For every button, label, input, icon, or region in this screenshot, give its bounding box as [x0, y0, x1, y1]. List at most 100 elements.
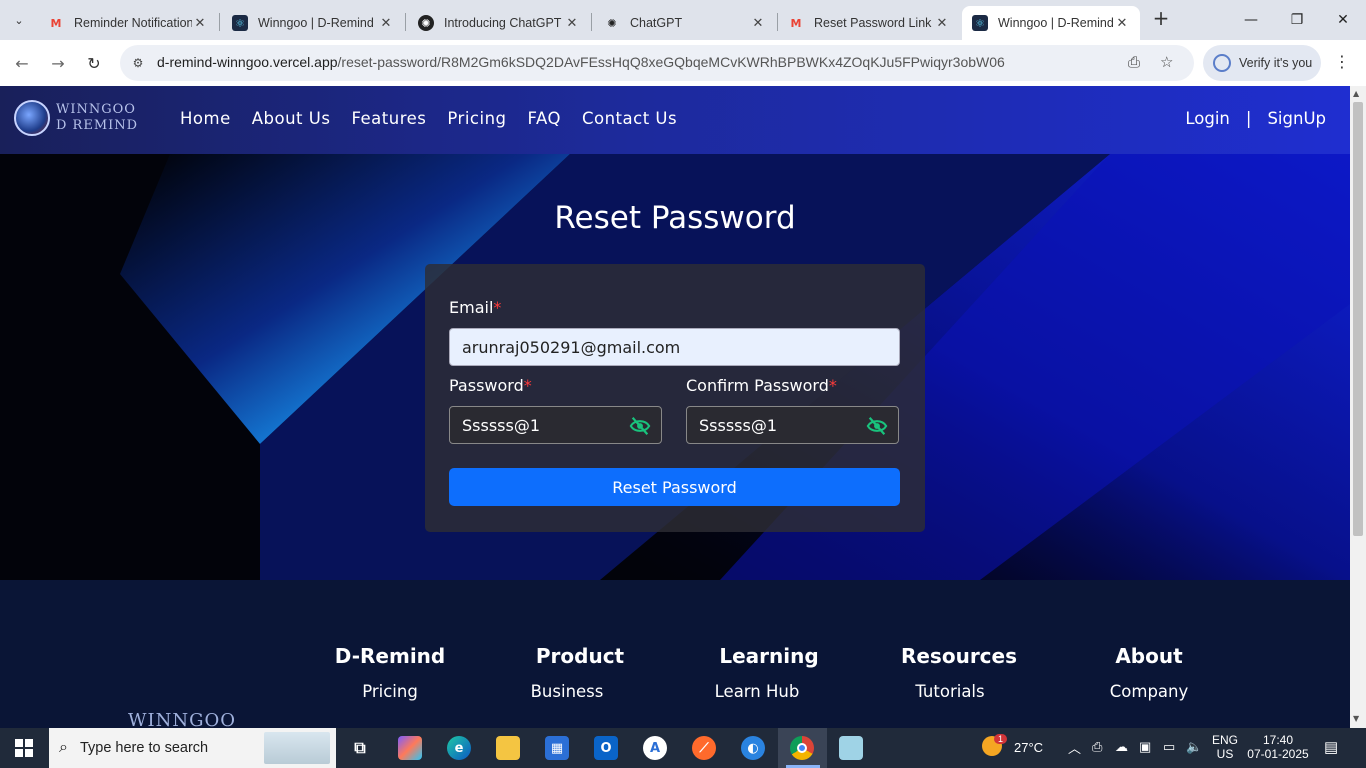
forward-button[interactable]: →: [46, 51, 70, 75]
close-icon[interactable]: ✕: [1114, 16, 1130, 31]
close-window-button[interactable]: ✕: [1320, 0, 1366, 40]
confirm-password-value: Ssssss@1: [699, 416, 778, 435]
start-button[interactable]: [0, 728, 48, 768]
minimize-button[interactable]: —: [1228, 0, 1274, 40]
verify-button[interactable]: Verify it's you: [1203, 45, 1321, 81]
footer-heading: D-Remind: [334, 644, 446, 668]
auth-links: Login | SignUp: [1185, 109, 1326, 128]
tab-chatgpt[interactable]: ✺ ChatGPT ✕: [594, 6, 776, 40]
onedrive-icon[interactable]: ☁: [1115, 739, 1128, 755]
scroll-up-icon[interactable]: ▲: [1353, 89, 1359, 98]
restore-button[interactable]: ❐: [1274, 0, 1320, 40]
url-text[interactable]: d-remind-winngoo.vercel.app/reset-passwo…: [157, 54, 1005, 70]
footer-logo[interactable]: WINNGOO: [128, 710, 236, 728]
confirm-password-field[interactable]: Ssssss@1: [686, 406, 899, 444]
nav-pricing[interactable]: Pricing: [447, 109, 506, 128]
required-mark: *: [523, 376, 532, 395]
close-icon[interactable]: ✕: [192, 16, 208, 31]
bookmark-star-icon[interactable]: ☆: [1160, 53, 1173, 71]
app-notes-icon[interactable]: [839, 736, 863, 760]
language-indicator[interactable]: ENG US: [1212, 733, 1238, 761]
nav-home[interactable]: Home: [180, 109, 231, 128]
app-orange-icon[interactable]: ⟋: [692, 736, 716, 760]
outlook-icon[interactable]: O: [594, 736, 618, 760]
install-app-icon[interactable]: ⎙: [1128, 53, 1140, 71]
footer-col-resources: Resources Tutorials: [864, 644, 1054, 701]
scroll-down-icon[interactable]: ▼: [1353, 714, 1359, 723]
tray-overflow-icon[interactable]: ︿: [1068, 738, 1081, 757]
windows-taskbar: ⌕ Type here to search ⧉ e ▦ O A ⟋ ◐ 1 27…: [0, 728, 1366, 768]
page-title: Reset Password: [554, 200, 796, 236]
browser-menu-icon[interactable]: ⋮: [1334, 52, 1350, 71]
gmail-icon: M: [50, 16, 62, 30]
copilot-icon[interactable]: [398, 736, 422, 760]
microsoft-store-icon[interactable]: ▦: [545, 736, 569, 760]
close-icon[interactable]: ✕: [750, 16, 766, 31]
nav-contact-us[interactable]: Contact Us: [582, 109, 677, 128]
page-scrollbar[interactable]: ▲ ▼: [1350, 86, 1366, 728]
scrollbar-thumb[interactable]: [1353, 102, 1363, 536]
tab-search-icon[interactable]: ⌄: [7, 8, 31, 32]
chrome-icon[interactable]: [790, 736, 814, 760]
display-icon[interactable]: ▭: [1163, 739, 1175, 755]
footer-link[interactable]: Pricing: [295, 682, 485, 701]
back-button[interactable]: ←: [10, 51, 34, 75]
reset-password-section: Reset Password Email* arunraj050291@gmai…: [0, 154, 1350, 580]
footer-link[interactable]: Company: [1054, 682, 1244, 701]
edge-icon[interactable]: e: [447, 736, 471, 760]
footer-col-d-remind: D-Remind Pricing: [295, 644, 485, 701]
eye-slash-icon[interactable]: [866, 416, 888, 436]
clock-time: 17:40: [1262, 733, 1294, 747]
nav-about-us[interactable]: About Us: [252, 109, 331, 128]
notifications-icon[interactable]: ▤: [1324, 738, 1338, 756]
required-mark: *: [828, 376, 837, 395]
tab-reminder-notification[interactable]: M Reminder Notification ✕: [38, 6, 218, 40]
password-value: Ssssss@1: [462, 416, 541, 435]
footer-col-product: Product Business: [485, 644, 675, 701]
close-icon[interactable]: ✕: [378, 16, 394, 31]
required-mark: *: [493, 298, 502, 317]
footer-heading: Resources: [900, 644, 1018, 668]
signup-link[interactable]: SignUp: [1267, 109, 1326, 128]
verify-label: Verify it's you: [1239, 56, 1313, 70]
new-tab-button[interactable]: +: [1150, 8, 1172, 30]
close-icon[interactable]: ✕: [564, 16, 580, 31]
logo-line1: WINNGOO: [56, 102, 136, 117]
tab-winngoo-active[interactable]: ⚛ Winngoo | D-Remind ✕: [962, 6, 1140, 40]
email-field[interactable]: arunraj050291@gmail.com: [449, 328, 900, 366]
reload-button[interactable]: ↻: [82, 51, 106, 75]
footer-link[interactable]: Learn Hub: [650, 682, 864, 701]
omnibox[interactable]: ⚙ d-remind-winngoo.vercel.app/reset-pass…: [120, 45, 1194, 81]
clock[interactable]: 17:40 07-01-2025: [1246, 733, 1310, 761]
meet-now-icon[interactable]: ⎙: [1092, 739, 1102, 755]
footer-link[interactable]: Tutorials: [846, 682, 1054, 701]
weather-icon[interactable]: 1: [982, 734, 1008, 760]
close-icon[interactable]: ✕: [934, 16, 950, 31]
weather-temp[interactable]: 27°C: [1014, 740, 1043, 755]
eye-slash-icon[interactable]: [629, 416, 651, 436]
gmail-icon: M: [790, 16, 802, 30]
volume-muted-icon[interactable]: 🔈: [1186, 739, 1202, 755]
reset-password-button[interactable]: Reset Password: [449, 468, 900, 506]
network-icon[interactable]: ▣: [1139, 739, 1151, 755]
taskbar-search-box[interactable]: ⌕ Type here to search: [49, 728, 336, 768]
tab-reset-password-link[interactable]: M Reset Password Link ✕: [778, 6, 960, 40]
site-logo[interactable]: WINNGOO D REMIND: [14, 100, 138, 136]
app-blue-icon[interactable]: ◐: [741, 736, 765, 760]
browser-tab-strip: ⌄ M Reminder Notification ✕ ⚛ Winngoo | …: [0, 0, 1366, 40]
nav-features[interactable]: Features: [351, 109, 426, 128]
tab-winngoo-1[interactable]: ⚛ Winngoo | D-Remind ✕: [222, 6, 404, 40]
password-field[interactable]: Ssssss@1: [449, 406, 662, 444]
site-settings-icon[interactable]: ⚙: [129, 54, 147, 72]
nav-faq[interactable]: FAQ: [528, 109, 561, 128]
login-link[interactable]: Login: [1185, 109, 1230, 128]
tab-separator: [405, 13, 406, 31]
main-nav: Home About Us Features Pricing FAQ Conta…: [180, 109, 698, 128]
footer-link[interactable]: Business: [459, 682, 675, 701]
tab-title: Winngoo | D-Remind: [998, 16, 1114, 30]
tab-introducing-chatgpt[interactable]: ✺ Introducing ChatGPT ✕: [408, 6, 590, 40]
tab-separator: [591, 13, 592, 31]
task-view-icon[interactable]: ⧉: [348, 736, 372, 760]
app-a-icon[interactable]: A: [643, 736, 667, 760]
file-explorer-icon[interactable]: [496, 736, 520, 760]
